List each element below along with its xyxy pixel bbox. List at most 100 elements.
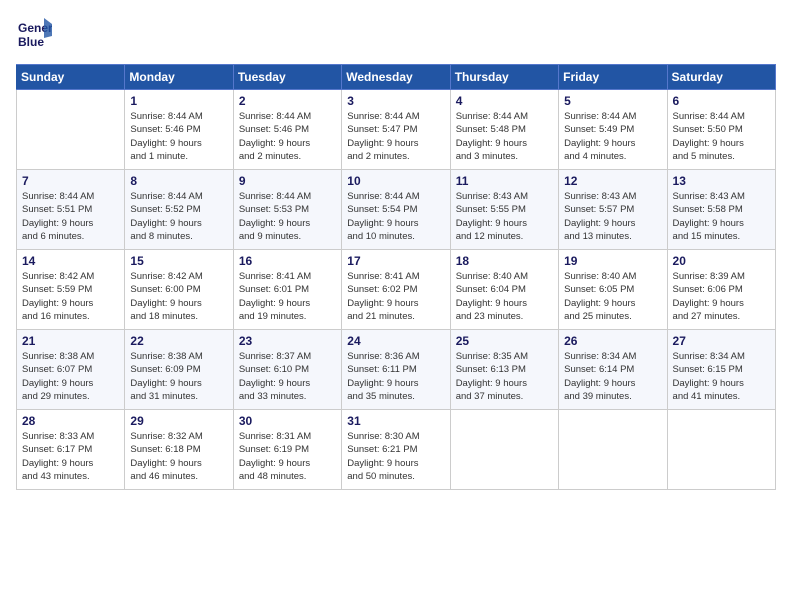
calendar-cell xyxy=(17,90,125,170)
day-info: Sunrise: 8:31 AM Sunset: 6:19 PM Dayligh… xyxy=(239,430,336,483)
day-number: 10 xyxy=(347,174,444,188)
calendar-cell: 6 Sunrise: 8:44 AM Sunset: 5:50 PM Daylig… xyxy=(667,90,775,170)
day-info: Sunrise: 8:42 AM Sunset: 5:59 PM Dayligh… xyxy=(22,270,119,323)
day-number: 19 xyxy=(564,254,661,268)
day-info: Sunrise: 8:35 AM Sunset: 6:13 PM Dayligh… xyxy=(456,350,553,403)
calendar-cell: 22 Sunrise: 8:38 AM Sunset: 6:09 PM Dayli… xyxy=(125,330,233,410)
day-number: 3 xyxy=(347,94,444,108)
calendar-cell: 26 Sunrise: 8:34 AM Sunset: 6:14 PM Dayli… xyxy=(559,330,667,410)
day-number: 31 xyxy=(347,414,444,428)
calendar-cell: 19 Sunrise: 8:40 AM Sunset: 6:05 PM Dayli… xyxy=(559,250,667,330)
day-number: 13 xyxy=(673,174,770,188)
day-number: 24 xyxy=(347,334,444,348)
logo-icon: General Blue xyxy=(16,16,52,52)
calendar-cell: 31 Sunrise: 8:30 AM Sunset: 6:21 PM Dayli… xyxy=(342,410,450,490)
day-number: 8 xyxy=(130,174,227,188)
calendar-cell: 25Sunrise: 8:35 AM Sunset: 6:13 PM Dayli… xyxy=(450,330,558,410)
day-info: Sunrise: 8:44 AM Sunset: 5:46 PM Dayligh… xyxy=(239,110,336,163)
day-number: 18 xyxy=(456,254,553,268)
day-info: Sunrise: 8:33 AM Sunset: 6:17 PM Dayligh… xyxy=(22,430,119,483)
page-header: General Blue xyxy=(16,16,776,52)
calendar-cell: 18 Sunrise: 8:40 AM Sunset: 6:04 PM Dayli… xyxy=(450,250,558,330)
day-info: Sunrise: 8:41 AM Sunset: 6:01 PM Dayligh… xyxy=(239,270,336,323)
day-number: 16 xyxy=(239,254,336,268)
day-number: 30 xyxy=(239,414,336,428)
calendar-week-row: 28Sunrise: 8:33 AM Sunset: 6:17 PM Dayli… xyxy=(17,410,776,490)
calendar-cell: 4Sunrise: 8:44 AM Sunset: 5:48 PM Daylig… xyxy=(450,90,558,170)
day-number: 12 xyxy=(564,174,661,188)
day-number: 6 xyxy=(673,94,770,108)
calendar-cell: 2 Sunrise: 8:44 AM Sunset: 5:46 PM Daylig… xyxy=(233,90,341,170)
day-info: Sunrise: 8:36 AM Sunset: 6:11 PM Dayligh… xyxy=(347,350,444,403)
day-number: 5 xyxy=(564,94,661,108)
calendar-cell: 27 Sunrise: 8:34 AM Sunset: 6:15 PM Dayli… xyxy=(667,330,775,410)
day-info: Sunrise: 8:40 AM Sunset: 6:05 PM Dayligh… xyxy=(564,270,661,323)
day-info: Sunrise: 8:44 AM Sunset: 5:52 PM Dayligh… xyxy=(130,190,227,243)
calendar-cell: 23 Sunrise: 8:37 AM Sunset: 6:10 PM Dayli… xyxy=(233,330,341,410)
day-number: 29 xyxy=(130,414,227,428)
weekday-header: Friday xyxy=(559,65,667,90)
day-info: Sunrise: 8:32 AM Sunset: 6:18 PM Dayligh… xyxy=(130,430,227,483)
calendar-cell: 16 Sunrise: 8:41 AM Sunset: 6:01 PM Dayli… xyxy=(233,250,341,330)
day-info: Sunrise: 8:41 AM Sunset: 6:02 PM Dayligh… xyxy=(347,270,444,323)
day-info: Sunrise: 8:37 AM Sunset: 6:10 PM Dayligh… xyxy=(239,350,336,403)
day-info: Sunrise: 8:44 AM Sunset: 5:50 PM Dayligh… xyxy=(673,110,770,163)
day-info: Sunrise: 8:44 AM Sunset: 5:48 PM Dayligh… xyxy=(456,110,553,163)
calendar-cell: 20 Sunrise: 8:39 AM Sunset: 6:06 PM Dayli… xyxy=(667,250,775,330)
day-info: Sunrise: 8:42 AM Sunset: 6:00 PM Dayligh… xyxy=(130,270,227,323)
calendar-cell: 12 Sunrise: 8:43 AM Sunset: 5:57 PM Dayli… xyxy=(559,170,667,250)
day-info: Sunrise: 8:44 AM Sunset: 5:46 PM Dayligh… xyxy=(130,110,227,163)
day-number: 9 xyxy=(239,174,336,188)
calendar-cell: 9 Sunrise: 8:44 AM Sunset: 5:53 PM Daylig… xyxy=(233,170,341,250)
svg-text:Blue: Blue xyxy=(18,35,44,49)
weekday-header: Monday xyxy=(125,65,233,90)
day-number: 1 xyxy=(130,94,227,108)
day-number: 2 xyxy=(239,94,336,108)
weekday-header: Saturday xyxy=(667,65,775,90)
calendar-week-row: 1 Sunrise: 8:44 AM Sunset: 5:46 PM Daylig… xyxy=(17,90,776,170)
day-info: Sunrise: 8:38 AM Sunset: 6:07 PM Dayligh… xyxy=(22,350,119,403)
day-info: Sunrise: 8:44 AM Sunset: 5:54 PM Dayligh… xyxy=(347,190,444,243)
calendar-cell: 21Sunrise: 8:38 AM Sunset: 6:07 PM Dayli… xyxy=(17,330,125,410)
day-info: Sunrise: 8:43 AM Sunset: 5:58 PM Dayligh… xyxy=(673,190,770,243)
weekday-header: Sunday xyxy=(17,65,125,90)
day-info: Sunrise: 8:43 AM Sunset: 5:55 PM Dayligh… xyxy=(456,190,553,243)
day-info: Sunrise: 8:40 AM Sunset: 6:04 PM Dayligh… xyxy=(456,270,553,323)
day-number: 20 xyxy=(673,254,770,268)
weekday-header: Tuesday xyxy=(233,65,341,90)
day-number: 17 xyxy=(347,254,444,268)
day-number: 26 xyxy=(564,334,661,348)
calendar-cell: 8 Sunrise: 8:44 AM Sunset: 5:52 PM Daylig… xyxy=(125,170,233,250)
calendar-week-row: 21Sunrise: 8:38 AM Sunset: 6:07 PM Dayli… xyxy=(17,330,776,410)
day-info: Sunrise: 8:39 AM Sunset: 6:06 PM Dayligh… xyxy=(673,270,770,323)
day-info: Sunrise: 8:43 AM Sunset: 5:57 PM Dayligh… xyxy=(564,190,661,243)
calendar-cell: 14 Sunrise: 8:42 AM Sunset: 5:59 PM Dayli… xyxy=(17,250,125,330)
day-number: 27 xyxy=(673,334,770,348)
calendar-cell: 24 Sunrise: 8:36 AM Sunset: 6:11 PM Dayli… xyxy=(342,330,450,410)
calendar-cell: 30 Sunrise: 8:31 AM Sunset: 6:19 PM Dayli… xyxy=(233,410,341,490)
day-info: Sunrise: 8:34 AM Sunset: 6:15 PM Dayligh… xyxy=(673,350,770,403)
day-number: 11 xyxy=(456,174,553,188)
calendar-table: SundayMondayTuesdayWednesdayThursdayFrid… xyxy=(16,64,776,490)
calendar-week-row: 14 Sunrise: 8:42 AM Sunset: 5:59 PM Dayli… xyxy=(17,250,776,330)
day-number: 15 xyxy=(130,254,227,268)
day-number: 14 xyxy=(22,254,119,268)
weekday-header: Wednesday xyxy=(342,65,450,90)
calendar-cell xyxy=(450,410,558,490)
day-info: Sunrise: 8:44 AM Sunset: 5:49 PM Dayligh… xyxy=(564,110,661,163)
day-number: 22 xyxy=(130,334,227,348)
calendar-cell: 11 Sunrise: 8:43 AM Sunset: 5:55 PM Dayli… xyxy=(450,170,558,250)
calendar-cell: 13 Sunrise: 8:43 AM Sunset: 5:58 PM Dayli… xyxy=(667,170,775,250)
calendar-cell xyxy=(667,410,775,490)
day-info: Sunrise: 8:34 AM Sunset: 6:14 PM Dayligh… xyxy=(564,350,661,403)
calendar-cell: 17 Sunrise: 8:41 AM Sunset: 6:02 PM Dayli… xyxy=(342,250,450,330)
calendar-cell: 1 Sunrise: 8:44 AM Sunset: 5:46 PM Daylig… xyxy=(125,90,233,170)
day-info: Sunrise: 8:30 AM Sunset: 6:21 PM Dayligh… xyxy=(347,430,444,483)
calendar-cell: 15 Sunrise: 8:42 AM Sunset: 6:00 PM Dayli… xyxy=(125,250,233,330)
calendar-week-row: 7Sunrise: 8:44 AM Sunset: 5:51 PM Daylig… xyxy=(17,170,776,250)
weekday-header-row: SundayMondayTuesdayWednesdayThursdayFrid… xyxy=(17,65,776,90)
day-info: Sunrise: 8:44 AM Sunset: 5:53 PM Dayligh… xyxy=(239,190,336,243)
logo: General Blue xyxy=(16,16,52,52)
day-number: 23 xyxy=(239,334,336,348)
day-info: Sunrise: 8:38 AM Sunset: 6:09 PM Dayligh… xyxy=(130,350,227,403)
